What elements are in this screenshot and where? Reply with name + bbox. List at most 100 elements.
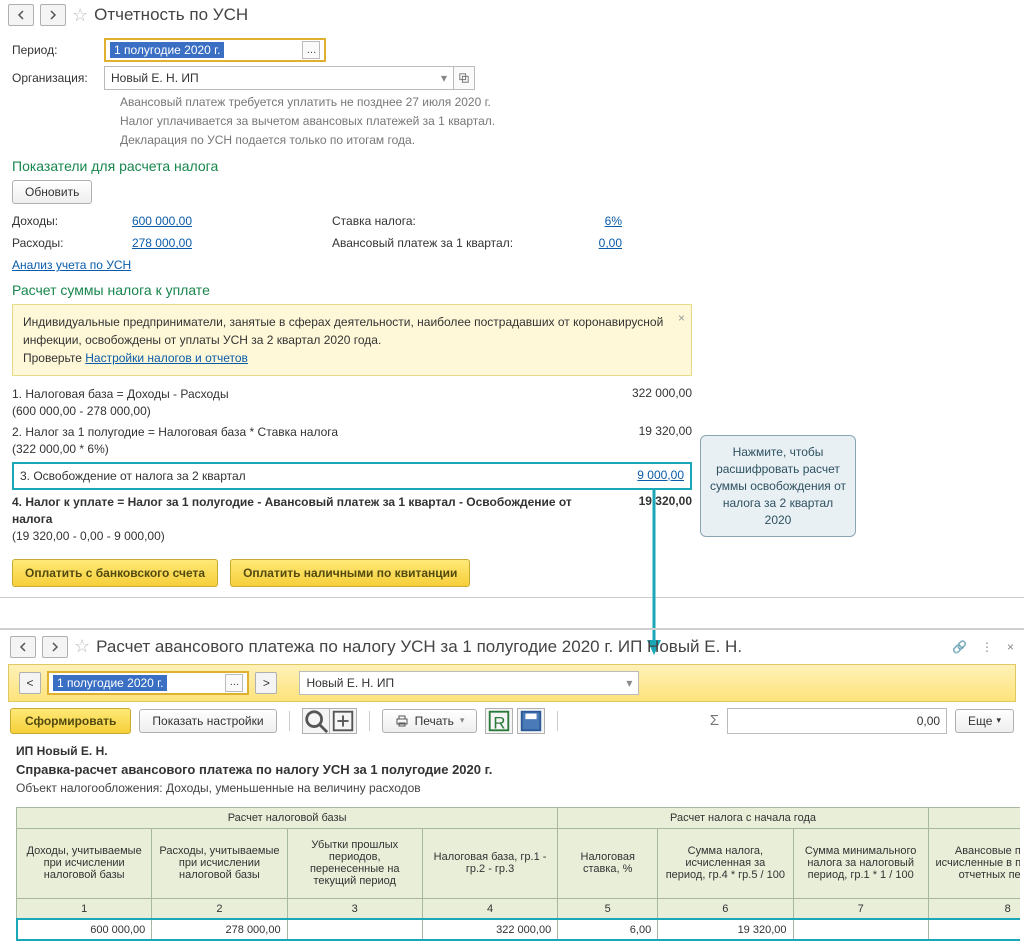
org-select[interactable]: Новый Е. Н. ИП ▾ [104,66,454,90]
expense-label: Расходы: [12,236,112,250]
org-value-2: Новый Е. Н. ИП [306,676,394,690]
cell-2[interactable]: 278 000,00 [152,919,287,940]
sum-display: 0,00 [727,708,947,734]
page-title-2: Расчет авансового платежа по налогу УСН … [96,637,742,657]
favorite-icon-2[interactable]: ☆ [74,636,90,657]
callout-tooltip: Нажмите, чтобы расшифровать расчет суммы… [700,435,856,537]
form-area: Период: 1 полугодие 2020 г. … Организаци… [0,30,1024,597]
col-num-8: 8 [928,898,1020,919]
cell-7[interactable] [793,919,928,940]
pay-cash-button[interactable]: Оплатить наличными по квитанции [230,559,470,587]
col-header-2: Расходы, учитываемые при исчислении нало… [152,828,287,898]
save-button[interactable] [517,708,545,734]
org-open-button[interactable] [453,66,475,90]
analysis-link[interactable]: Анализ учета по УСН [12,258,131,272]
calc-row-4: 4. Налог к уплате = Налог за 1 полугодие… [12,494,692,544]
period-next-button[interactable]: > [255,672,277,694]
period-picker-button[interactable]: … [302,41,320,59]
rate-label: Ставка налога: [332,214,572,228]
group-header-2: Расчет налога с начала года [558,807,929,828]
adv-q1-link[interactable]: 0,00 [572,236,622,250]
expense-link[interactable]: 278 000,00 [112,236,192,250]
calc-row-3: 3. Освобождение от налога за 2 квартал9 … [12,462,692,491]
hint-text-1: Авансовый платеж требуется уплатить не п… [120,94,1012,111]
report-toolbar: Сформировать Показать настройки Печать ▾… [0,702,1024,740]
period-label: Период: [12,43,104,57]
group-header-row: Расчет налоговой базы Расчет налога с на… [17,807,1021,828]
col-header-7: Сумма минимального налога за налоговый п… [793,828,928,898]
calc-row-1: 1. Налоговая база = Доходы - Расходы(600… [12,386,692,420]
period-picker-button-2[interactable]: … [225,674,243,692]
period-value: 1 полугодие 2020 г. [110,42,224,58]
calc-value: 19 320,00 [602,494,692,544]
cell-5[interactable]: 6,00 [558,919,658,940]
calc-text: 4. Налог к уплате = Налог за 1 полугодие… [12,494,602,544]
nav-back-button-2[interactable] [10,636,36,658]
col-header-8: Авансовые платежи, исчисленные в предыду… [928,828,1020,898]
cell-3[interactable] [287,919,422,940]
org-select-2[interactable]: Новый Е. Н. ИП ▾ [299,671,639,695]
favorite-icon[interactable]: ☆ [72,5,88,26]
pay-bank-button[interactable]: Оплатить с банковского счета [12,559,218,587]
print-button[interactable]: Печать ▾ [382,709,478,733]
link-icon[interactable]: 🔗 [952,640,967,654]
cell-4[interactable]: 322 000,00 [422,919,557,940]
notice-close-button[interactable]: × [678,309,685,327]
rate-link[interactable]: 6% [572,214,622,228]
chevron-down-icon-3: ▾ [460,715,465,726]
more-icon[interactable]: ⋮ [981,640,993,654]
period-selector-2[interactable]: 1 полугодие 2020 г. … [47,671,249,695]
show-settings-button[interactable]: Показать настройки [139,709,276,733]
close-icon[interactable]: × [1007,640,1014,654]
col-num-3: 3 [287,898,422,919]
col-header-5: Налоговая ставка, % [558,828,658,898]
report-subtitle: Объект налогообложения: Доходы, уменьшен… [16,781,1008,795]
calc-value[interactable]: 9 000,00 [594,468,684,485]
nav-back-button[interactable] [8,4,34,26]
col-header-1: Доходы, учитываемые при исчислении налог… [17,828,152,898]
col-num-4: 4 [422,898,557,919]
calc-text: 2. Налог за 1 полугодие = Налоговая база… [12,424,602,458]
period-prev-button[interactable]: < [19,672,41,694]
income-link[interactable]: 600 000,00 [112,214,192,228]
nav-fwd-button[interactable] [40,4,66,26]
refresh-button[interactable]: Обновить [12,180,92,204]
calc-container: 1. Налоговая база = Доходы - Расходы(600… [12,386,1012,544]
cell-8[interactable]: 10 320,00 [928,919,1020,940]
col-header-row: Доходы, учитываемые при исчислении налог… [17,828,1021,898]
tax-settings-link[interactable]: Настройки налогов и отчетов [85,351,248,365]
sigma-icon: Σ [710,712,719,729]
data-row[interactable]: 600 000,00278 000,00 322 000,006,0019 320… [17,919,1021,940]
titlebar-2: ☆ Расчет авансового платежа по налогу УС… [0,630,1024,664]
nav-fwd-button-2[interactable] [42,636,68,658]
svg-text:R: R [494,713,506,732]
report-header: ИП Новый Е. Н. Справка-расчет авансового… [0,740,1024,807]
report-table: Расчет налоговой базы Расчет налога с на… [16,807,1020,941]
calc-text: 3. Освобождение от налога за 2 квартал [20,468,594,485]
cell-1[interactable]: 600 000,00 [17,919,152,940]
register-button[interactable]: R [485,708,513,734]
col-num-2: 2 [152,898,287,919]
more-button[interactable]: Еще▾ [955,709,1014,733]
period-value-2: 1 полугодие 2020 г. [53,675,167,691]
adv-q1-label: Авансовый платеж за 1 квартал: [332,236,572,250]
filter-bar: < 1 полугодие 2020 г. … > Новый Е. Н. ИП… [8,664,1016,702]
col-num-6: 6 [658,898,793,919]
generate-button[interactable]: Сформировать [10,708,131,734]
chevron-down-icon-2: ▾ [626,676,632,690]
calc-detail-window: ☆ Расчет авансового платежа по налогу УС… [0,628,1024,951]
period-selector[interactable]: 1 полугодие 2020 г. … [104,38,326,62]
report-title: Справка-расчет авансового платежа по нал… [16,762,1008,777]
col-header-3: Убытки прошлых периодов, перенесенные на… [287,828,422,898]
org-label: Организация: [12,71,104,85]
calc-text: 1. Налоговая база = Доходы - Расходы(600… [12,386,602,420]
ip-line: ИП Новый Е. Н. [16,744,1008,758]
org-value: Новый Е. Н. ИП [111,71,199,85]
calc-value: 322 000,00 [602,386,692,420]
expand-button[interactable] [329,708,357,734]
chevron-down-icon: ▾ [441,71,447,85]
find-button[interactable] [302,708,330,734]
cell-6[interactable]: 19 320,00 [658,919,793,940]
section-indicators: Показатели для расчета налога [12,158,1012,174]
covid-notice: × Индивидуальные предприниматели, заняты… [12,304,692,376]
